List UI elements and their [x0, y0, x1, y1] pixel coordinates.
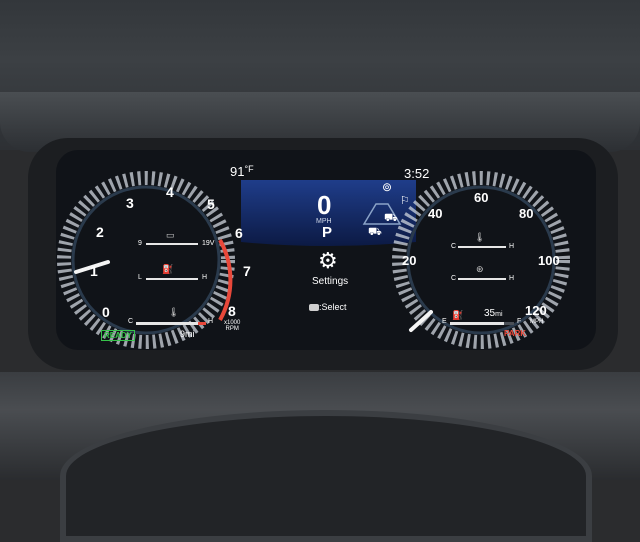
settings-label[interactable]: Settings	[312, 276, 348, 287]
coolant-bar	[136, 322, 198, 325]
speed-tick-40: 40	[428, 206, 443, 221]
fuel-range: 35mi	[484, 308, 503, 319]
ok-button-icon	[309, 304, 319, 312]
gauge1-bar	[458, 246, 506, 248]
tach-inner-ring	[71, 185, 221, 335]
gear-indicator: P	[322, 224, 333, 241]
temperature-unit: °F	[244, 164, 254, 174]
tach-unit: x1000 RPM	[224, 320, 240, 332]
speed-tick-100: 100	[538, 253, 560, 268]
fuel-range-value: 35	[484, 308, 496, 319]
speed-tick-20: 20	[402, 253, 417, 268]
speed-tick-120: 120	[525, 303, 547, 318]
coolant-low: C	[128, 318, 134, 325]
tach-tick-3: 3	[126, 195, 134, 211]
battery-low: 9	[138, 240, 142, 247]
outside-temperature: 91°F	[230, 164, 254, 179]
instrument-cluster-screen: 91°F 3:52 0 1 2 3 4 5 6 7 8 9 19V ▭ L H …	[56, 150, 596, 350]
gauge2-low: C	[451, 275, 457, 282]
tach-tick-8: 8	[228, 303, 236, 319]
gauge1-high: H	[509, 243, 515, 250]
gauge2-bar	[458, 278, 506, 280]
tach-tick-1: 1	[90, 263, 98, 279]
transmission-temp-icon: ⊛	[476, 264, 484, 274]
engine-temp-icon: 🌡	[474, 232, 486, 242]
tach-tick-5: 5	[207, 196, 215, 212]
tach-tick-2: 2	[96, 224, 104, 240]
coolant-high: H	[208, 318, 214, 325]
speed-unit-label: MPH	[530, 319, 544, 325]
trip-distance: 9mi	[180, 329, 195, 339]
tach-unit-line2: RPM	[225, 326, 239, 332]
fuel-pump-icon: ⛽	[452, 310, 464, 320]
fuel-bar-fill	[450, 322, 505, 325]
coolant-temp-icon: 🌡	[168, 307, 180, 317]
oil-can-icon: ⛽	[162, 264, 174, 274]
lane-assist-icon: ⊚	[382, 180, 393, 194]
speed-tick-60: 60	[474, 190, 489, 205]
select-hint: :Select	[309, 302, 347, 312]
tach-tick-7: 7	[243, 263, 251, 279]
battery-icon: ▭	[166, 230, 175, 240]
oil-low: L	[138, 274, 142, 281]
fuel-empty-label: E	[442, 318, 447, 325]
tach-tick-0: 0	[102, 304, 110, 320]
battery-high: 19V	[202, 240, 215, 247]
gauge2-high: H	[509, 275, 515, 282]
gear-icon[interactable]: ⚙	[318, 248, 338, 274]
fuel-range-unit: mi	[495, 311, 503, 318]
coolant-bar-hot	[198, 322, 206, 325]
clock: 3:52	[404, 166, 430, 181]
steering-wheel	[60, 410, 592, 542]
battery-bar	[146, 243, 198, 245]
pre-collision-icon: ⛟	[384, 212, 398, 224]
fuel-bar-track	[450, 322, 514, 325]
lane-departure-icon: ⛟	[368, 226, 382, 238]
ready-indicator: READY	[101, 330, 136, 341]
steering-assist-icon: ⚐	[400, 195, 410, 207]
fuel-full-label: F	[517, 318, 522, 325]
speed-tick-80: 80	[519, 206, 534, 221]
oil-bar	[146, 278, 198, 280]
oil-high: H	[202, 274, 208, 281]
tach-outer-ring	[57, 171, 235, 349]
park-indicator: PARK	[504, 329, 527, 338]
tach-tick-4: 4	[166, 184, 174, 200]
digital-speed: 0	[317, 190, 332, 220]
tach-tick-6: 6	[235, 225, 243, 241]
gauge1-low: C	[451, 243, 457, 250]
select-hint-text: :Select	[319, 302, 347, 312]
temperature-value: 91	[230, 164, 245, 179]
